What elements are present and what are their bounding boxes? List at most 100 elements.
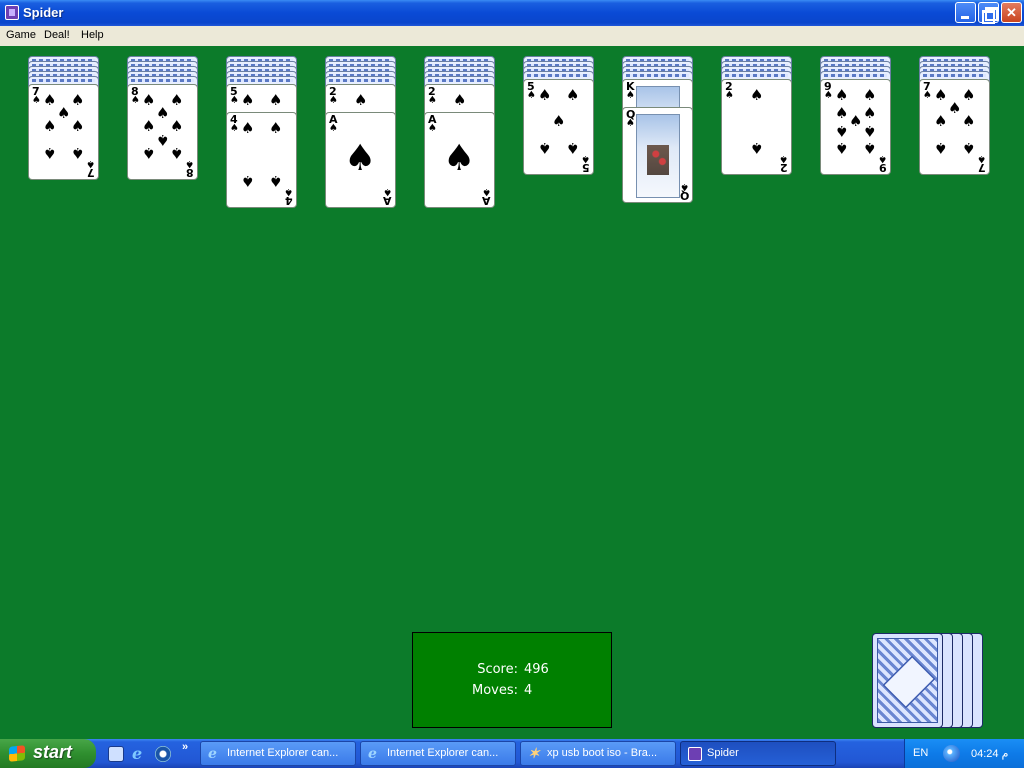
clock: 04:24 م <box>971 748 1009 760</box>
spade-icon: ♠ <box>680 181 689 192</box>
playing-card[interactable]: 8 ♠ 8 ♠ ♠ ♠ ♠ ♠ ♠ ♠ ♠ ♠ <box>127 84 198 180</box>
spade-icon: ♠ <box>57 104 71 122</box>
menu-bar: Game Deal! Help <box>0 26 1024 46</box>
spade-icon: ♠ <box>527 90 536 101</box>
taskbar-button-ie-1[interactable]: e Internet Explorer can... <box>200 741 356 766</box>
spade-icon: ♠ <box>170 117 184 135</box>
maximize-button[interactable] <box>978 2 999 24</box>
internet-explorer-icon[interactable]: e <box>132 746 148 762</box>
spade-icon: ♠ <box>835 139 849 157</box>
spade-icon: ♠ <box>863 139 877 157</box>
menu-game[interactable]: Game <box>6 29 36 41</box>
spade-icon: ♠ <box>626 90 635 101</box>
playing-card[interactable]: 7 ♠ 7 ♠ ♠ ♠ ♠ ♠ ♠ ♠ ♠ <box>919 79 990 175</box>
playing-card[interactable]: 9 ♠ 9 ♠ ♠ ♠ ♠ ♠ ♠ ♠ ♠ ♠ ♠ <box>820 79 891 175</box>
playing-card[interactable]: 4 ♠ 4 ♠ ♠ ♠ ♠ ♠ <box>226 112 297 208</box>
spade-icon: ♠ <box>428 123 437 134</box>
spade-icon: ♠ <box>824 90 833 101</box>
spade-icon: ♠ <box>948 99 962 117</box>
spade-icon: ♠ <box>354 91 368 109</box>
spade-icon: ♠ <box>863 104 877 122</box>
spade-icon: ♠ <box>156 104 170 122</box>
spade-icon: ♠ <box>71 91 85 109</box>
spade-icon: ♠ <box>71 144 85 162</box>
stock-card-back[interactable] <box>872 633 943 728</box>
playing-card[interactable]: 5 ♠ 5 ♠ ♠ ♠ ♠ ♠ ♠ <box>523 79 594 175</box>
spider-cards-icon <box>688 747 702 761</box>
playing-card[interactable]: A ♠ A ♠ ♠ <box>325 112 396 208</box>
spade-icon: ♠ <box>170 144 184 162</box>
spade-icon: ♠ <box>241 172 255 190</box>
playing-card[interactable]: 7 ♠ 7 ♠ ♠ ♠ ♠ ♠ ♠ ♠ ♠ <box>28 84 99 180</box>
spade-icon: ♠ <box>962 139 976 157</box>
spade-icon: ♠ <box>835 104 849 122</box>
spade-icon: ♠ <box>934 86 948 104</box>
spade-icon: ♠ <box>241 91 255 109</box>
start-label: start <box>33 742 73 762</box>
close-button[interactable]: ✕ <box>1001 2 1022 23</box>
show-desktop-icon[interactable] <box>108 746 124 762</box>
spade-icon: ♠ <box>329 95 338 106</box>
minimize-button[interactable] <box>955 2 976 23</box>
menu-help[interactable]: Help <box>81 29 104 41</box>
internet-explorer-icon: e <box>368 746 377 762</box>
spade-icon: ♠ <box>443 138 476 179</box>
windows-logo-icon <box>9 745 25 762</box>
spade-icon: ♠ <box>626 118 635 129</box>
taskbar-button-browser[interactable]: ✶ xp usb boot iso - Bra... <box>520 741 676 766</box>
spade-icon: ♠ <box>43 91 57 109</box>
spade-icon: ♠ <box>170 91 184 109</box>
playing-card[interactable]: A ♠ A ♠ ♠ <box>424 112 495 208</box>
spider-cards-icon <box>5 5 19 20</box>
taskbar-button-ie-2[interactable]: e Internet Explorer can... <box>360 741 516 766</box>
spade-icon: ♠ <box>241 119 255 137</box>
network-icon[interactable] <box>943 745 960 762</box>
taskbar-button-label: Spider <box>707 747 739 759</box>
taskbar: start e » e Internet Explorer can... e I… <box>0 739 1024 768</box>
title-bar[interactable]: Spider ✕ <box>0 0 1024 26</box>
spade-icon: ♠ <box>923 90 932 101</box>
taskbar-button-label: xp usb boot iso - Bra... <box>547 747 658 759</box>
moves-label: Moves: <box>471 683 518 698</box>
spade-icon: ♠ <box>934 112 948 130</box>
spade-icon: ♠ <box>453 91 467 109</box>
spade-icon: ♠ <box>863 86 877 104</box>
internet-explorer-icon: e <box>208 746 217 762</box>
spade-icon: ♠ <box>566 139 580 157</box>
spade-icon: ♠ <box>779 153 788 164</box>
spade-icon: ♠ <box>428 95 437 106</box>
spade-icon: ♠ <box>86 158 95 169</box>
spade-icon: ♠ <box>962 112 976 130</box>
quicklaunch-more-button[interactable]: » <box>182 741 188 753</box>
spade-icon: ♠ <box>156 131 170 149</box>
spade-icon: ♠ <box>71 117 85 135</box>
playing-card[interactable]: 2 ♠ 2 ♠ ♠ ♠ <box>721 79 792 175</box>
spade-icon: ♠ <box>482 186 491 197</box>
spade-icon: ♠ <box>230 95 239 106</box>
taskbar-button-label: Internet Explorer can... <box>227 747 339 759</box>
spade-icon: ♠ <box>142 144 156 162</box>
spade-icon: ♠ <box>538 86 552 104</box>
spade-icon: ♠ <box>32 95 41 106</box>
spade-icon: ♠ <box>329 123 338 134</box>
spade-icon: ♠ <box>835 122 849 140</box>
face-card-picture <box>636 114 680 198</box>
system-tray: EN 04:24 م <box>904 739 1024 768</box>
spade-icon: ♠ <box>566 86 580 104</box>
language-indicator[interactable]: EN <box>913 747 928 759</box>
spade-icon: ♠ <box>131 95 140 106</box>
taskbar-button-spider[interactable]: Spider <box>680 741 836 766</box>
spade-icon: ♠ <box>934 139 948 157</box>
spade-icon: ♠ <box>581 153 590 164</box>
spade-icon: ♠ <box>538 139 552 157</box>
menu-deal[interactable]: Deal! <box>44 29 70 41</box>
media-player-icon[interactable] <box>155 746 171 762</box>
spade-icon: ♠ <box>142 91 156 109</box>
playing-card[interactable]: Q ♠ Q ♠ <box>622 107 693 203</box>
score-label: Score: <box>477 662 518 677</box>
spade-icon: ♠ <box>185 158 194 169</box>
spade-icon: ♠ <box>863 122 877 140</box>
spade-icon: ♠ <box>269 91 283 109</box>
start-button[interactable]: start <box>0 739 96 768</box>
spade-icon: ♠ <box>269 172 283 190</box>
